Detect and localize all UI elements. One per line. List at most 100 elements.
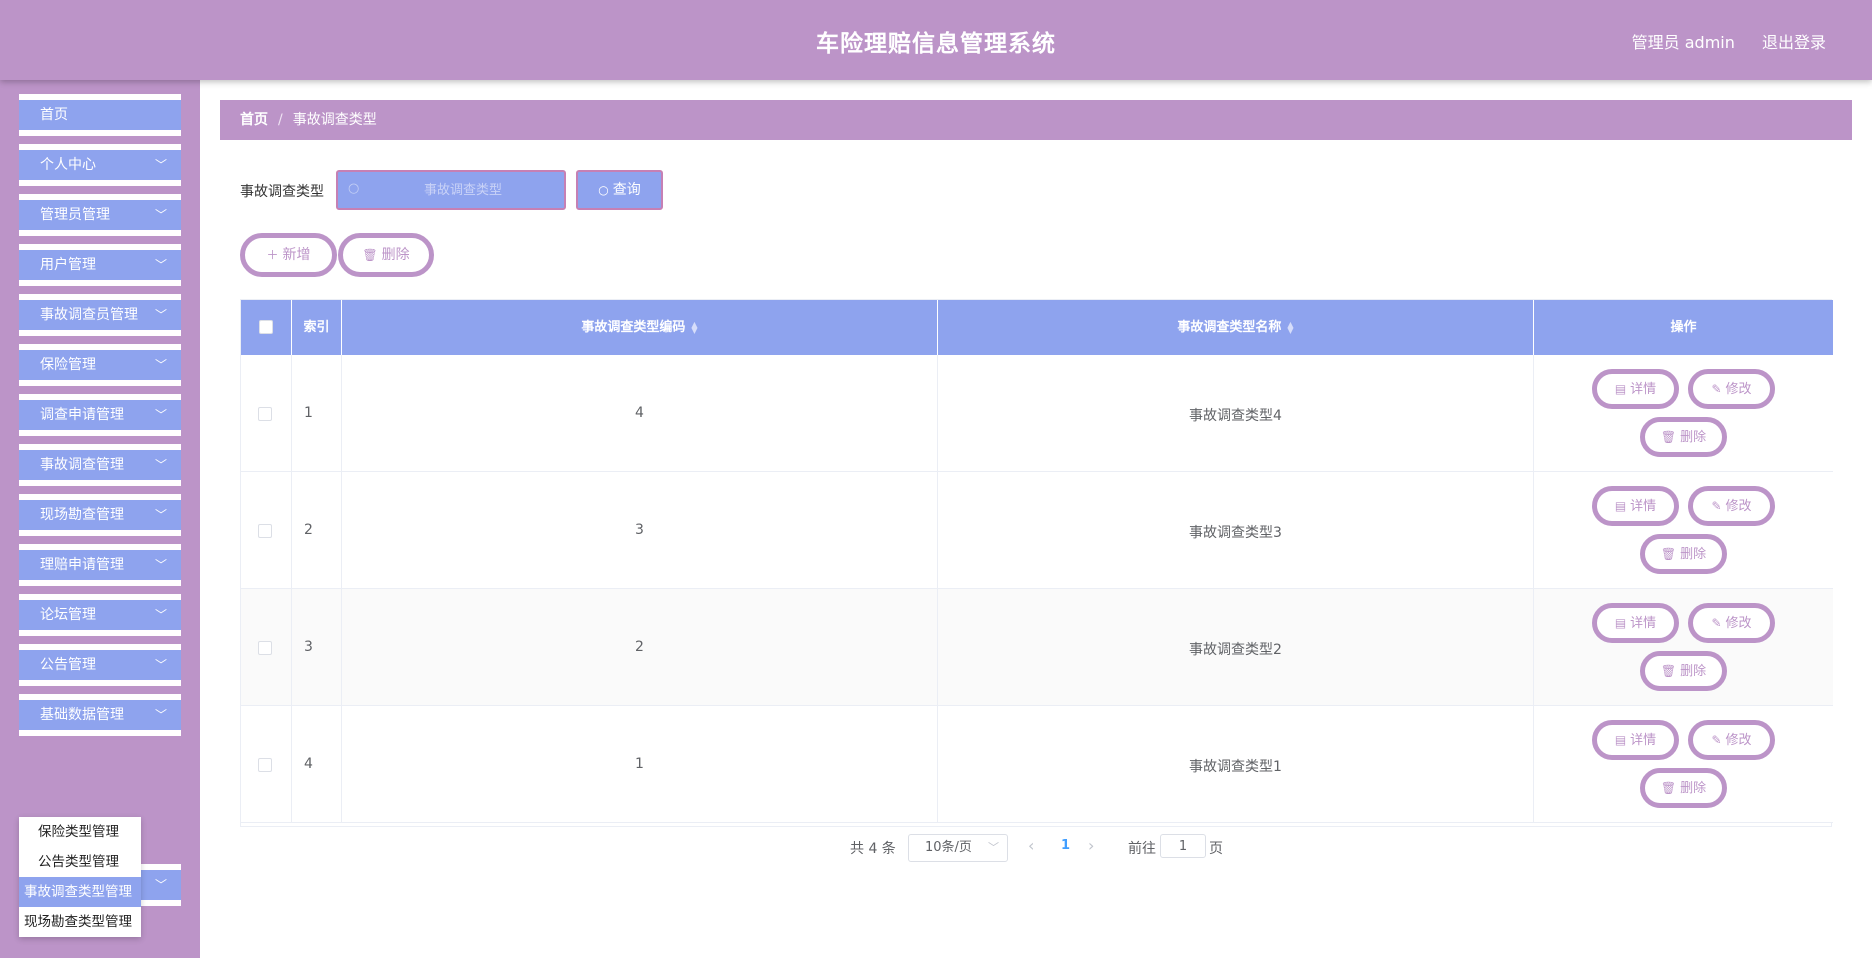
sidebar-item[interactable]: 首页	[19, 94, 181, 136]
row-delete-button[interactable]: 🗑 删除	[1640, 534, 1727, 574]
select-cell	[241, 706, 292, 822]
row-checkbox[interactable]	[258, 758, 272, 772]
name-cell: 事故调查类型2	[938, 589, 1534, 705]
detail-button-label: 详情	[1630, 382, 1657, 397]
sidebar-item-inner[interactable]: 现场勘查管理 ﹀	[19, 500, 181, 530]
page-number[interactable]: 1	[1061, 838, 1070, 853]
sidebar-item-inner[interactable]: 公告管理 ﹀	[19, 650, 181, 680]
goto-label: 前往	[1128, 841, 1156, 857]
add-button[interactable]: ＋新增	[240, 233, 337, 277]
row-checkbox[interactable]	[258, 524, 272, 538]
chevron-down-icon: ﹀	[154, 258, 167, 272]
detail-button-label: 详情	[1630, 616, 1657, 631]
row-index: 2	[304, 522, 313, 538]
sort-icon[interactable]: ▲ ▼	[1287, 320, 1293, 334]
goto-page-input[interactable]	[1160, 834, 1206, 858]
prev-page-icon[interactable]: ‹	[1028, 836, 1034, 855]
sidebar-item-inner[interactable]: 理赔申请管理 ﹀	[19, 550, 181, 580]
select-cell	[241, 589, 292, 705]
detail-button[interactable]: ▤ 详情	[1592, 603, 1679, 643]
edit-button[interactable]: ✎ 修改	[1688, 720, 1775, 760]
detail-button[interactable]: ▤ 详情	[1592, 369, 1679, 409]
batch-delete-button[interactable]: 🗑 删除	[338, 233, 434, 277]
sidebar-item[interactable]: 用户管理 ﹀	[19, 244, 181, 286]
sidebar-item[interactable]: 保险管理 ﹀	[19, 344, 181, 386]
sidebar-item[interactable]: 调查申请管理 ﹀	[19, 394, 181, 436]
index-cell: 3	[292, 589, 342, 705]
submenu-item[interactable]: 事故调查类型管理	[19, 877, 141, 907]
breadcrumb-home[interactable]: 首页	[240, 112, 268, 128]
sidebar-item[interactable]: 事故调查管理 ﹀	[19, 444, 181, 486]
search-field[interactable]: ○	[336, 170, 566, 210]
sidebar-item-inner[interactable]: 首页	[19, 100, 181, 130]
sidebar-item[interactable]: 事故调查员管理 ﹀	[19, 294, 181, 336]
sidebar-item-inner[interactable]: 基础数据管理 ﹀	[19, 700, 181, 730]
sidebar-item[interactable]: 理赔申请管理 ﹀	[19, 544, 181, 586]
edit-button-label: 修改	[1725, 616, 1752, 631]
row-name: 事故调查类型1	[1189, 759, 1282, 775]
row-delete-button[interactable]: 🗑 删除	[1640, 651, 1727, 691]
code-cell: 3	[342, 472, 938, 588]
chevron-down-icon: ﹀	[988, 841, 999, 854]
query-button-label: 查询	[612, 182, 641, 198]
sidebar-item-inner[interactable]: 论坛管理 ﹀	[19, 600, 181, 630]
row-delete-button[interactable]: 🗑 删除	[1640, 417, 1727, 457]
breadcrumb: 首页 / 事故调查类型	[220, 100, 1852, 140]
pencil-icon: ✎	[1711, 733, 1722, 747]
sidebar-item-inner[interactable]: 用户管理 ﹀	[19, 250, 181, 280]
sidebar-item-inner[interactable]: 个人中心 ﹀	[19, 150, 181, 180]
row-delete-button[interactable]: 🗑 删除	[1640, 768, 1727, 808]
header-code[interactable]: 事故调查类型编码 ▲ ▼	[342, 300, 938, 355]
add-button-label: 新增	[282, 247, 311, 263]
detail-button[interactable]: ▤ 详情	[1592, 720, 1679, 760]
sidebar-item[interactable]: 现场勘查管理 ﹀	[19, 494, 181, 536]
next-page-icon[interactable]: ›	[1088, 836, 1094, 855]
sidebar-item[interactable]: 个人中心 ﹀	[19, 144, 181, 186]
sidebar-item[interactable]: 公告管理 ﹀	[19, 644, 181, 686]
top-header: 车险理赔信息管理系统 管理员 admin 退出登录	[0, 0, 1872, 80]
row-name: 事故调查类型3	[1189, 525, 1282, 541]
goto-suffix: 页	[1209, 841, 1223, 857]
name-cell: 事故调查类型1	[938, 706, 1534, 822]
sidebar-item-label: 论坛管理	[40, 607, 96, 623]
edit-button[interactable]: ✎ 修改	[1688, 486, 1775, 526]
header-name[interactable]: 事故调查类型名称 ▲ ▼	[938, 300, 1534, 355]
operations-cell: ▤ 详情 ✎ 修改 🗑 删除	[1534, 355, 1833, 471]
select-cell	[241, 472, 292, 588]
delete-button-label: 删除	[381, 247, 410, 263]
submenu-item[interactable]: 公告类型管理	[19, 847, 141, 877]
sidebar-item[interactable]: 基础数据管理 ﹀	[19, 694, 181, 736]
row-checkbox[interactable]	[258, 407, 272, 421]
code-cell: 4	[342, 355, 938, 471]
sort-icon[interactable]: ▲ ▼	[691, 320, 697, 334]
table-header: 索引 事故调查类型编码 ▲ ▼ 事故调查类型名称 ▲ ▼ 操作	[241, 300, 1833, 355]
submenu-item[interactable]: 现场勘查类型管理	[19, 907, 141, 937]
code-cell: 2	[342, 589, 938, 705]
trash-icon: 🗑	[1660, 547, 1677, 561]
detail-button-label: 详情	[1630, 499, 1657, 514]
page-size-select[interactable]: 10条/页 ﹀	[908, 834, 1008, 862]
search-input[interactable]	[368, 172, 558, 208]
sidebar-item-inner[interactable]: 调查申请管理 ﹀	[19, 400, 181, 430]
chevron-down-icon: ﹀	[154, 158, 167, 172]
edit-button[interactable]: ✎ 修改	[1688, 603, 1775, 643]
row-code: 1	[635, 756, 644, 772]
trash-icon: 🗑	[1660, 430, 1677, 444]
edit-button[interactable]: ✎ 修改	[1688, 369, 1775, 409]
sidebar-item-inner[interactable]: 事故调查管理 ﹀	[19, 450, 181, 480]
select-all-checkbox[interactable]	[259, 320, 273, 334]
sidebar-item-inner[interactable]: 管理员管理 ﹀	[19, 200, 181, 230]
sidebar-item-inner[interactable]: 事故调查员管理 ﹀	[19, 300, 181, 330]
sidebar-item[interactable]: 论坛管理 ﹀	[19, 594, 181, 636]
logout-link[interactable]: 退出登录	[1762, 33, 1826, 52]
chevron-down-icon: ﹀	[154, 608, 167, 622]
row-checkbox[interactable]	[258, 641, 272, 655]
table-row: 4 1 事故调查类型1 ▤ 详情 ✎ 修改 🗑 删除	[241, 706, 1833, 823]
row-delete-label: 删除	[1680, 547, 1707, 562]
submenu-item[interactable]: 保险类型管理	[19, 817, 141, 847]
page-size-value: 10条/页	[925, 840, 972, 855]
sidebar-item-inner[interactable]: 保险管理 ﹀	[19, 350, 181, 380]
sidebar-item[interactable]: 管理员管理 ﹀	[19, 194, 181, 236]
query-button[interactable]: ○ 查询	[576, 170, 663, 210]
detail-button[interactable]: ▤ 详情	[1592, 486, 1679, 526]
